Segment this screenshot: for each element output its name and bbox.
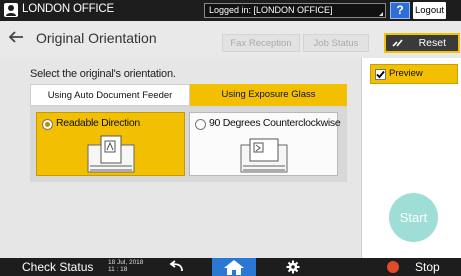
arrow-left-icon	[8, 31, 23, 43]
date-time: 18 Jul, 2018 11 : 18	[108, 259, 143, 273]
tab-auto-document-feeder[interactable]: Using Auto Document Feeder	[30, 84, 190, 106]
tab-exposure-glass[interactable]: Using Exposure Glass	[190, 84, 347, 106]
fax-reception-button[interactable]: Fax Reception	[222, 34, 300, 52]
start-button[interactable]: Start	[389, 193, 438, 242]
main-panel: Select the original's orientation. Using…	[0, 58, 360, 258]
return-arrow-icon[interactable]	[168, 260, 184, 274]
bottom-bar: Check Status 18 Jul, 2018 11 : 18 Stop	[0, 258, 461, 276]
time-text: 11 : 18	[108, 266, 128, 273]
option-label: Readable Direction	[56, 117, 140, 129]
header: Original Orientation Fax Reception Job S…	[0, 21, 461, 55]
page-title: Original Orientation	[36, 30, 157, 46]
logout-button[interactable]: Logout	[413, 2, 446, 19]
reset-button[interactable]: Reset	[384, 33, 460, 53]
preview-toggle[interactable]: Preview	[370, 64, 458, 84]
rotated-orientation-illustration-icon	[240, 138, 287, 173]
user-name: LONDON OFFICE	[22, 3, 114, 15]
check-icon	[375, 69, 386, 80]
radio-selected	[42, 119, 53, 130]
orientation-options: Readable Direction 90 Degrees Counterclo…	[30, 106, 347, 182]
option-readable-direction[interactable]: Readable Direction	[36, 112, 185, 176]
energy-saver-icon[interactable]	[449, 3, 461, 18]
reset-icon	[392, 37, 404, 49]
top-bar: LONDON OFFICE Logged in: [LONDON OFFICE]…	[0, 0, 461, 21]
expand-corner-icon	[379, 12, 383, 16]
login-status-text: Logged in: [LONDON OFFICE]	[209, 5, 333, 15]
readable-orientation-illustration-icon	[87, 135, 134, 173]
back-button[interactable]	[7, 28, 29, 48]
instruction-text: Select the original's orientation.	[30, 68, 176, 80]
reset-label: Reset	[418, 37, 446, 49]
stop-label: Stop	[415, 260, 440, 274]
option-label: 90 Degrees Counterclockwise	[209, 117, 341, 129]
home-icon	[224, 260, 244, 275]
help-button[interactable]: ?	[390, 2, 410, 19]
preview-label: Preview	[389, 68, 423, 79]
login-status-field[interactable]: Logged in: [LONDON OFFICE]	[204, 3, 386, 18]
job-status-button[interactable]: Job Status	[303, 34, 369, 52]
date-text: 18 Jul, 2018	[108, 259, 144, 266]
radio-unselected	[195, 119, 206, 130]
gear-icon[interactable]	[285, 260, 301, 274]
user-icon	[4, 3, 18, 17]
side-panel: Preview Start	[361, 58, 461, 258]
stop-icon	[387, 261, 399, 273]
option-90-degrees-counterclockwise[interactable]: 90 Degrees Counterclockwise	[189, 112, 341, 176]
check-status-button[interactable]: Check Status	[22, 260, 93, 274]
home-button[interactable]	[212, 258, 256, 276]
